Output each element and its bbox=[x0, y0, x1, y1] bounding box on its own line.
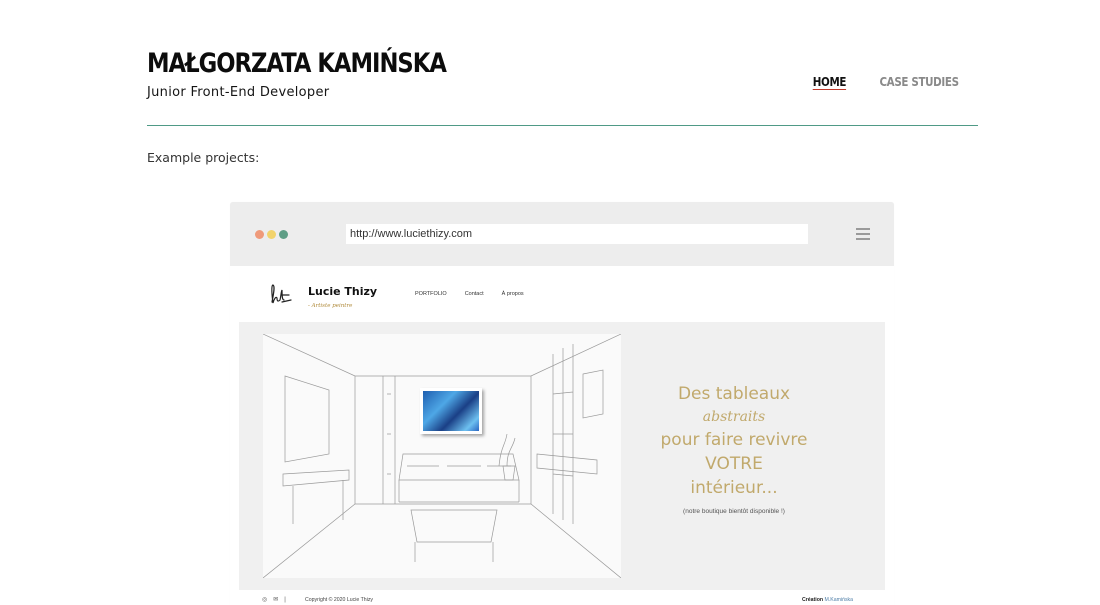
hero-line-5: intérieur... bbox=[690, 478, 778, 498]
email-icon[interactable]: ✉ bbox=[273, 596, 278, 603]
header-divider bbox=[147, 125, 978, 126]
window-dot-green-icon bbox=[279, 230, 288, 239]
signature-logo-icon bbox=[271, 284, 292, 304]
painting-image bbox=[420, 388, 482, 434]
credit-label: Création bbox=[802, 597, 824, 603]
footer-icons: ◎ ✉ | bbox=[262, 596, 286, 604]
footer-credit: Création M.Kamińska bbox=[802, 597, 853, 603]
room-sketch-image bbox=[263, 334, 621, 578]
nav-home-link[interactable]: HOME bbox=[813, 75, 847, 89]
website-preview: Lucie Thizy - Artiste peintre PORTFOLIO … bbox=[230, 266, 894, 605]
browser-bar bbox=[230, 202, 894, 266]
site-header: MAŁGORZATA KAMIŃSKA Junior Front-End Dev… bbox=[147, 48, 977, 126]
hero-note: (notre boutique bientôt disponible !) bbox=[683, 508, 785, 515]
main-nav: HOME CASE STUDIES bbox=[810, 75, 965, 89]
instagram-icon[interactable]: ◎ bbox=[262, 596, 267, 603]
preview-footer: ◎ ✉ | Copyright © 2020 Lucie Thizy Créat… bbox=[230, 590, 894, 605]
preview-nav: PORTFOLIO Contact À propos bbox=[415, 291, 524, 297]
preview-nav-about[interactable]: À propos bbox=[502, 291, 524, 297]
nav-case-studies-link[interactable]: CASE STUDIES bbox=[879, 75, 959, 89]
hero-line-3: pour faire revivre bbox=[660, 430, 808, 450]
preview-artist-role: - Artiste peintre bbox=[308, 303, 353, 309]
preview-artist-name: Lucie Thizy bbox=[308, 285, 378, 298]
window-dot-yellow-icon bbox=[267, 230, 276, 239]
footer-separator: | bbox=[284, 596, 286, 603]
preview-hero: Des tableaux abstraits pour faire revivr… bbox=[239, 322, 885, 590]
developer-role: Junior Front-End Developer bbox=[147, 85, 330, 100]
hero-line-4: VOTRE bbox=[705, 454, 763, 474]
window-dot-red-icon bbox=[255, 230, 264, 239]
footer-copyright: Copyright © 2020 Lucie Thizy bbox=[305, 597, 374, 603]
developer-name: MAŁGORZATA KAMIŃSKA bbox=[147, 48, 447, 79]
url-field[interactable] bbox=[346, 224, 808, 244]
hamburger-icon[interactable] bbox=[856, 228, 870, 241]
preview-nav-contact[interactable]: Contact bbox=[465, 291, 484, 297]
preview-header: Lucie Thizy - Artiste peintre PORTFOLIO … bbox=[230, 266, 894, 322]
hero-text: Des tableaux abstraits pour faire revivr… bbox=[631, 382, 837, 515]
intro-text: Example projects: bbox=[147, 150, 260, 165]
credit-name-link[interactable]: M.Kamińska bbox=[825, 597, 854, 603]
hero-line-2: abstraits bbox=[702, 409, 766, 425]
hero-line-1: Des tableaux bbox=[677, 384, 791, 404]
project-mockup[interactable]: Lucie Thizy - Artiste peintre PORTFOLIO … bbox=[230, 202, 894, 605]
preview-nav-portfolio[interactable]: PORTFOLIO bbox=[415, 291, 447, 297]
